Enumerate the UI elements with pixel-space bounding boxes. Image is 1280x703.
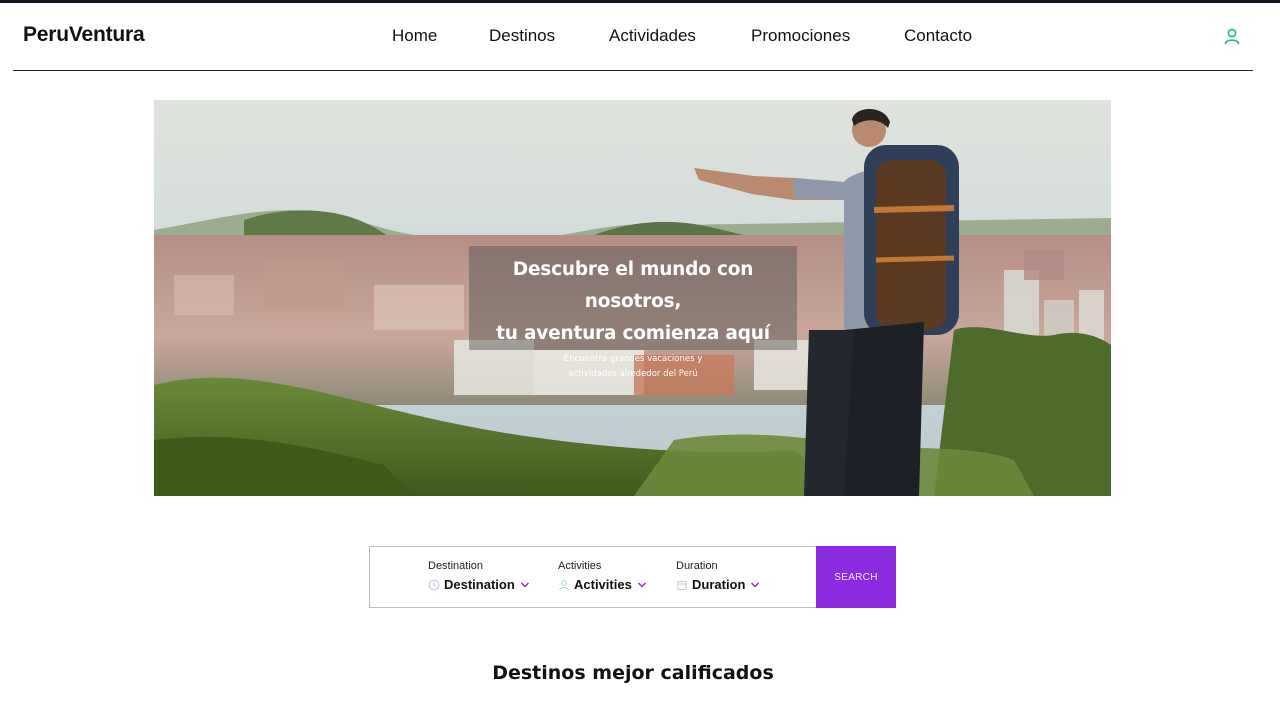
hero-text-box: Descubre el mundo con nosotros, tu avent… — [469, 246, 797, 379]
clock-icon — [428, 579, 440, 591]
search-bar: Destination Destination Activities Activ… — [369, 546, 896, 608]
person-icon — [558, 579, 570, 591]
top-destinations-heading: Destinos mejor calificados — [492, 662, 774, 684]
activities-value: Activities — [574, 577, 632, 592]
nav-link-home[interactable]: Home — [392, 26, 437, 46]
destination-label: Destination — [428, 560, 484, 572]
calendar-icon — [676, 579, 688, 591]
nav-link-contacto[interactable]: Contacto — [904, 26, 972, 46]
hero-subtitle-line-2: actividades alrededor del Perú — [568, 369, 698, 379]
duration-dropdown[interactable]: Duration Duration — [676, 560, 760, 592]
destination-dropdown[interactable]: Destination Destination — [428, 560, 530, 592]
main-nav: Home Destinos Actividades Promociones Co… — [13, 26, 1253, 50]
chevron-down-icon — [637, 581, 647, 589]
nav-link-promociones[interactable]: Promociones — [751, 26, 850, 46]
duration-label: Duration — [676, 560, 718, 572]
hero-title-line-1: Descubre el mundo con nosotros, — [512, 259, 754, 312]
hero-banner: Descubre el mundo con nosotros, tu avent… — [154, 100, 1111, 496]
search-button[interactable]: SEARCH — [816, 546, 896, 608]
chevron-down-icon — [520, 581, 530, 589]
activities-label: Activities — [558, 560, 602, 572]
navbar: PeruVentura Home Destinos Actividades Pr… — [13, 3, 1253, 71]
hero-title-line-2: tu aventura comienza aquí — [496, 323, 770, 344]
user-account-button[interactable] — [1221, 25, 1243, 47]
nav-link-actividades[interactable]: Actividades — [609, 26, 696, 46]
nav-link-destinos[interactable]: Destinos — [489, 26, 555, 46]
hero-subtitle-line-1: Encuentra grandes vacaciones y — [563, 354, 703, 364]
duration-value: Duration — [692, 577, 746, 592]
chevron-down-icon — [750, 581, 760, 589]
user-icon — [1224, 28, 1240, 45]
activities-dropdown[interactable]: Activities Activities — [558, 560, 647, 592]
destination-value: Destination — [444, 577, 515, 592]
